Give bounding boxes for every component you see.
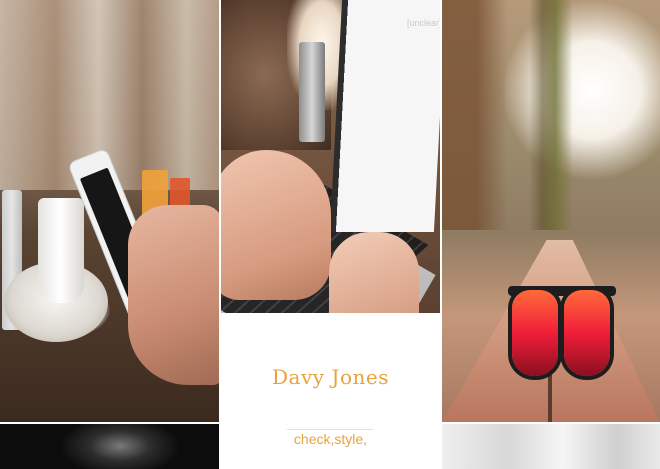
gallery-image-sunglasses[interactable]	[442, 0, 660, 422]
coffee-cup	[38, 198, 84, 303]
blurred-trees	[442, 0, 660, 230]
gallery-image-light-partial[interactable]	[442, 424, 660, 469]
gallery-image-laptop[interactable]: [unclear]	[221, 0, 440, 313]
left-hand	[221, 150, 331, 300]
caption-tags[interactable]: check,style,	[221, 431, 440, 447]
metal-mug	[299, 42, 325, 142]
hand	[128, 205, 219, 385]
caption-card[interactable]: Davy Jones check,style,	[221, 313, 440, 469]
gallery-image-dark-partial[interactable]	[0, 424, 219, 469]
right-hand	[329, 232, 419, 313]
laptop-screen	[329, 0, 440, 232]
sunglasses-lens-left	[512, 290, 558, 376]
caption-divider	[287, 429, 373, 430]
laptop-screen-text: [unclear]	[407, 18, 440, 28]
photo-gallery: [unclear] Davy Jones check,style,	[0, 0, 660, 469]
gallery-image-phone-cafe[interactable]	[0, 0, 219, 422]
caption-title[interactable]: Davy Jones	[221, 365, 440, 389]
sunglasses-lens-right	[564, 290, 610, 376]
